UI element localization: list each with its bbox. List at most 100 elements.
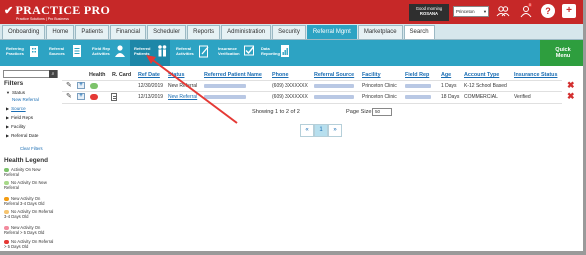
facility-cell: Princeton Clinic bbox=[362, 94, 397, 100]
prev-page-button[interactable]: « bbox=[300, 124, 314, 137]
ref-date-cell: 12/30/2019 bbox=[138, 83, 164, 89]
search-icon[interactable]: ⌕ bbox=[49, 70, 57, 78]
row-divider bbox=[62, 91, 562, 92]
subnav-referral-activities[interactable]: Referral Activities bbox=[174, 40, 212, 66]
expand-row-button[interactable]: + bbox=[77, 82, 85, 89]
users-icon[interactable] bbox=[496, 4, 510, 18]
referral-subnav: Referring Practices Referral Sources Field… bbox=[0, 40, 586, 66]
tab-home[interactable]: Home bbox=[46, 25, 75, 39]
triangle-right-icon: ▶ bbox=[6, 124, 10, 129]
page-size-label: Page Size bbox=[346, 109, 372, 115]
col-insurance-status[interactable]: Insurance Status bbox=[514, 72, 557, 79]
delete-icon[interactable]: ✖ bbox=[567, 92, 575, 101]
help-icon[interactable]: ? bbox=[541, 4, 555, 18]
expand-row-button[interactable]: + bbox=[77, 93, 85, 100]
col-phone[interactable]: Phone bbox=[272, 72, 288, 79]
subnav-referred-patients[interactable]: Referred Patients bbox=[130, 40, 170, 66]
legend-item: New Activity On Referral 3-4 Days Old bbox=[4, 196, 58, 206]
filter-label: Status bbox=[11, 90, 25, 95]
filter-status[interactable]: ▼ Status bbox=[6, 90, 25, 95]
subnav-label: Reporting bbox=[261, 50, 280, 56]
tab-referral-mgmt[interactable]: Referral Mgmt bbox=[306, 25, 357, 39]
phone-cell: (609) 3XXXXXX bbox=[272, 94, 308, 100]
col-facility[interactable]: Facility bbox=[362, 72, 381, 79]
clinic-select[interactable]: Princeton ▼ bbox=[453, 6, 489, 17]
col-age[interactable]: Age bbox=[441, 72, 451, 79]
clear-filters-link[interactable]: Clear Filters bbox=[20, 146, 43, 151]
tab-reports[interactable]: Reports bbox=[187, 25, 221, 39]
report-icon bbox=[281, 45, 289, 57]
legend-item: Activity On New Referral bbox=[4, 167, 58, 177]
header-divider bbox=[62, 80, 562, 81]
legend-text: > 5 Days Old bbox=[4, 244, 29, 249]
col-rcard: R. Card bbox=[112, 72, 132, 78]
col-referral-source[interactable]: Referral Source bbox=[314, 72, 354, 79]
subnav-data-reporting[interactable]: Data Reporting bbox=[259, 40, 293, 66]
tab-onboarding[interactable]: Onboarding bbox=[2, 25, 46, 39]
triangle-right-icon: ▶ bbox=[6, 133, 10, 138]
person-icon bbox=[115, 45, 125, 57]
filter-search-input[interactable]: ⌕ bbox=[3, 70, 58, 78]
practice-pro-logo[interactable]: ✔ PRACTICE PRO Practice Solutions | Pro B… bbox=[4, 3, 110, 21]
page-size-select[interactable]: 50 bbox=[372, 108, 392, 116]
tab-scheduler[interactable]: Scheduler bbox=[147, 25, 187, 39]
subnav-label: Activities bbox=[92, 50, 110, 56]
legend-text: Referral bbox=[4, 185, 19, 190]
filter-source[interactable]: ▶ Source bbox=[6, 106, 26, 111]
clipboard-edit-icon bbox=[199, 45, 209, 58]
filter-status-value[interactable]: New Referral bbox=[12, 97, 39, 102]
phone-cell: (609) 3XXXXXX bbox=[272, 83, 308, 89]
ref-date-cell: 12/13/2019 bbox=[138, 94, 164, 100]
page-1-button[interactable]: 1 bbox=[314, 124, 328, 137]
quick-menu-button[interactable]: Quick Menu bbox=[540, 40, 586, 66]
legend-item: New Activity On Referral > 5 Days Old bbox=[4, 225, 58, 235]
col-field-rep[interactable]: Field Rep bbox=[405, 72, 429, 79]
subnav-referring-practices[interactable]: Referring Practices bbox=[4, 40, 42, 66]
patient-name-redacted[interactable] bbox=[204, 95, 246, 99]
add-icon[interactable]: + bbox=[562, 4, 576, 18]
filter-label: Referral Date bbox=[11, 133, 39, 138]
tab-financial[interactable]: Financial bbox=[110, 25, 147, 39]
filters-title: Filters bbox=[4, 80, 24, 87]
report-card-icon[interactable] bbox=[111, 93, 117, 101]
subnav-label: Sources bbox=[49, 50, 65, 56]
subnav-field-rep-activities[interactable]: Field Rep Activities bbox=[90, 40, 128, 66]
row-divider bbox=[62, 103, 562, 104]
building-icon bbox=[30, 46, 38, 57]
subnav-referral-sources[interactable]: Referral Sources bbox=[47, 40, 85, 66]
tab-patients[interactable]: Patients bbox=[75, 25, 110, 39]
col-status[interactable]: Status bbox=[168, 72, 184, 79]
facility-cell: Princeton Clinic bbox=[362, 83, 397, 89]
subnav-label: Activities bbox=[176, 50, 194, 56]
filter-field-reps[interactable]: ▶ Field Reps bbox=[6, 115, 33, 120]
next-page-button[interactable]: » bbox=[328, 124, 342, 137]
filter-referral-date[interactable]: ▶ Referral Date bbox=[6, 133, 38, 138]
age-cell: 1 Days bbox=[441, 83, 457, 89]
edit-icon[interactable]: ✎ bbox=[66, 81, 72, 89]
notification-badge: 0 bbox=[528, 3, 532, 7]
col-ref-date[interactable]: Ref Date bbox=[138, 72, 160, 79]
clinic-select-value: Princeton bbox=[456, 9, 475, 14]
subnav-insurance-verification[interactable]: Insurance Verification bbox=[216, 40, 256, 66]
filter-label: Facility bbox=[11, 124, 26, 129]
user-greeting[interactable]: Good morning ROSANA bbox=[409, 4, 449, 21]
tab-marketplace[interactable]: Marketplace bbox=[357, 25, 403, 39]
legend-text: 3-4 Days Old bbox=[4, 214, 29, 219]
patient-name-redacted[interactable] bbox=[204, 84, 246, 88]
health-legend-title: Health Legend bbox=[4, 157, 49, 164]
filter-facility[interactable]: ▶ Facility bbox=[6, 124, 25, 129]
edit-icon[interactable]: ✎ bbox=[66, 92, 72, 100]
col-patient-name[interactable]: Referred Patient Name bbox=[204, 72, 262, 79]
health-indicator bbox=[90, 94, 98, 100]
legend-item: No Activity On Referral 3-4 Days Old bbox=[4, 209, 58, 219]
col-account-type[interactable]: Account Type bbox=[464, 72, 499, 79]
tab-security[interactable]: Security bbox=[272, 25, 306, 39]
status-cell[interactable]: New Referral bbox=[168, 94, 197, 100]
tab-administration[interactable]: Administration bbox=[221, 25, 272, 39]
age-cell: 18 Days bbox=[441, 94, 460, 100]
delete-icon[interactable]: ✖ bbox=[567, 81, 575, 90]
status-cell: New Referral bbox=[168, 83, 198, 89]
insurance-status-cell: Verified bbox=[514, 94, 531, 100]
patients-icon bbox=[158, 45, 167, 57]
tab-search[interactable]: Search bbox=[403, 25, 435, 39]
